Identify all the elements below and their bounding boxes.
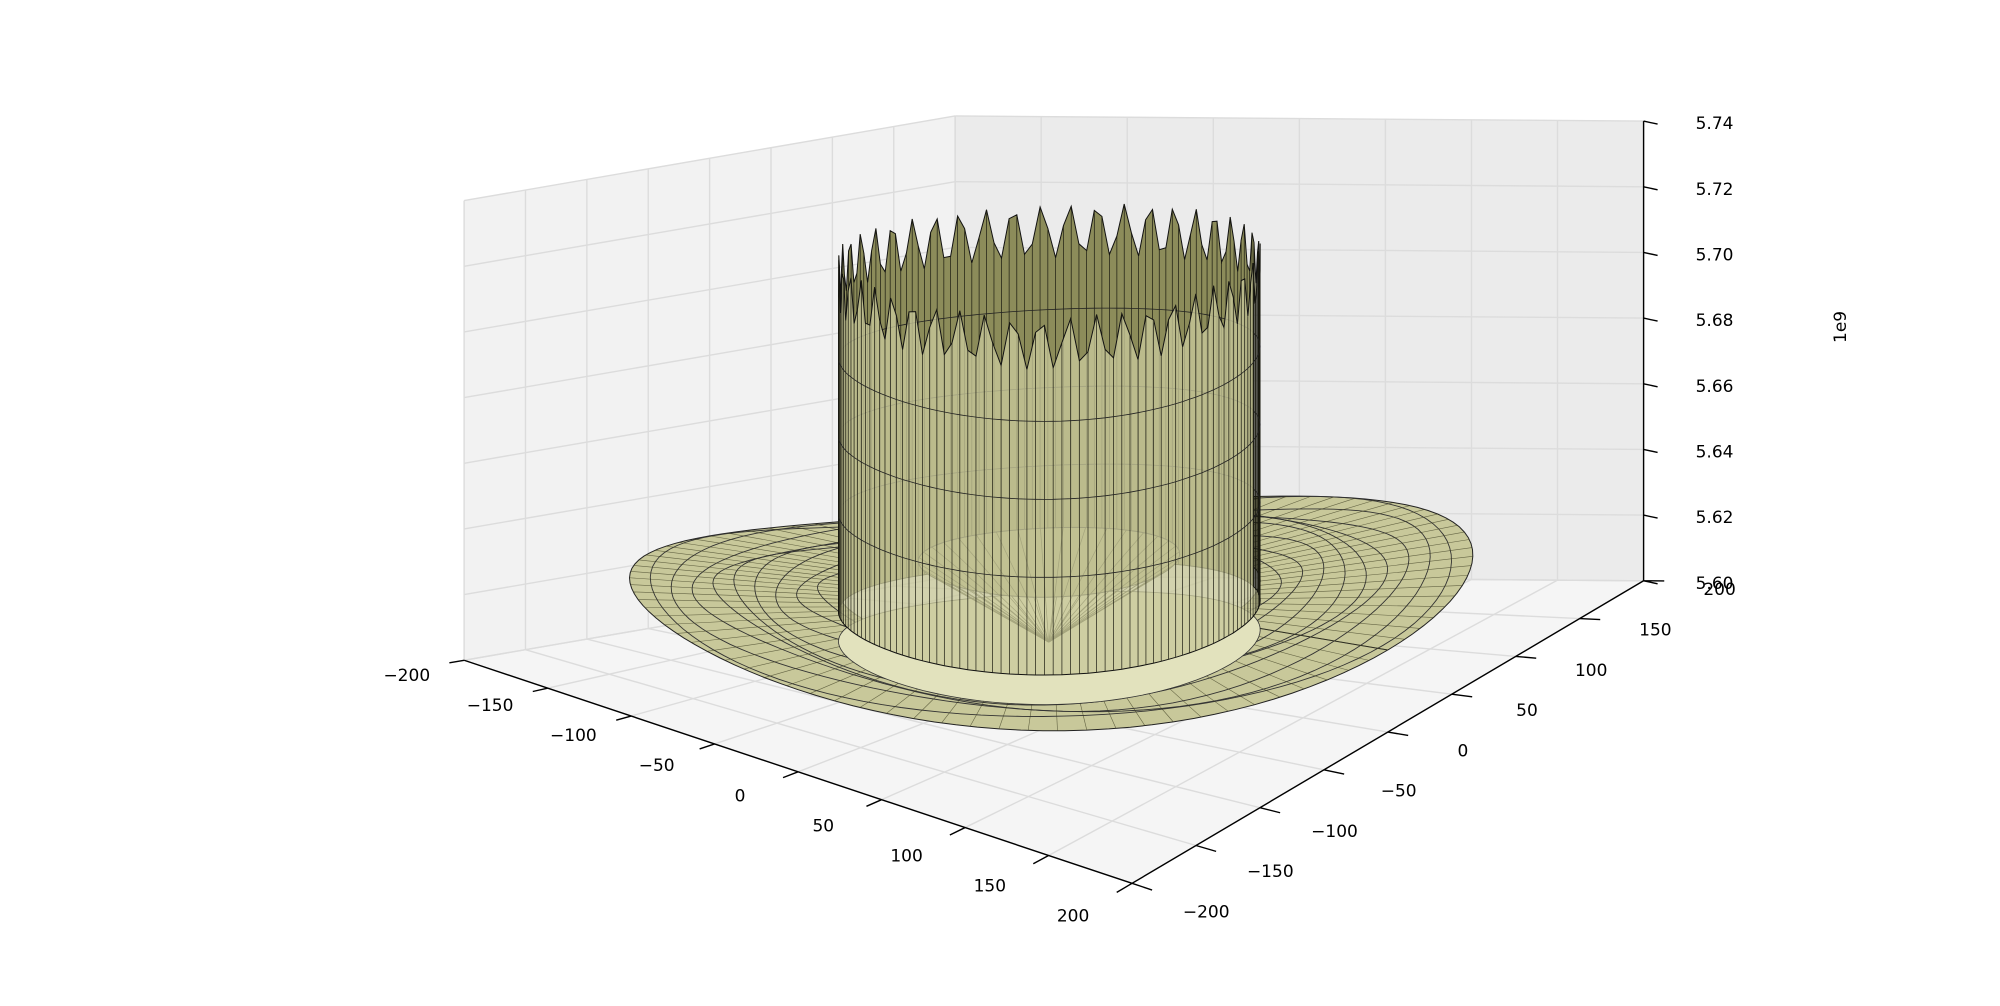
- y-tick-label: 100: [1575, 661, 1607, 681]
- y-tick-label: 50: [1516, 701, 1538, 721]
- z-tick-label: 5.60: [1696, 574, 1734, 594]
- x-tick: [1032, 854, 1049, 865]
- x-tick-label: −200: [383, 666, 430, 686]
- y-tick-label: −50: [1381, 782, 1417, 802]
- x-tick: [616, 715, 632, 721]
- y-tick: [1323, 769, 1345, 775]
- z-tick: [1643, 448, 1658, 454]
- x-tick-label: −150: [467, 696, 514, 716]
- y-tick-label: 0: [1457, 741, 1468, 761]
- y-tick: [1131, 882, 1153, 891]
- z-tick-label: 5.70: [1696, 245, 1734, 265]
- y-tick-label: −150: [1247, 862, 1294, 882]
- z-tick-label: 5.68: [1696, 311, 1734, 331]
- x-tick-label: 50: [812, 816, 834, 836]
- x-tick: [866, 799, 882, 807]
- x-tick: [949, 826, 966, 836]
- y-tick: [1579, 617, 1601, 621]
- y-tick: [1195, 844, 1217, 853]
- x-tick-label: −100: [550, 726, 597, 746]
- x-tick-label: 0: [735, 786, 746, 806]
- z-tick: [1643, 186, 1658, 191]
- z-offset-label: 1e9: [1831, 311, 1851, 343]
- x-tick: [699, 743, 715, 750]
- z-tick-label: 5.72: [1696, 180, 1734, 200]
- x-tick-label: 200: [1057, 907, 1089, 927]
- x-tick: [449, 659, 465, 664]
- z-tick: [1643, 317, 1658, 322]
- y-tick: [1259, 807, 1281, 814]
- x-tick: [782, 771, 799, 779]
- x-tick-label: 100: [890, 846, 922, 866]
- z-tick: [1643, 514, 1658, 519]
- z-tick-label: 5.66: [1696, 377, 1734, 397]
- y-tick-label: −100: [1311, 822, 1358, 842]
- y-tick: [1451, 693, 1473, 698]
- z-tick-label: 5.74: [1696, 114, 1734, 134]
- z-tick: [1643, 120, 1658, 125]
- z-tick-label: 5.62: [1696, 508, 1734, 528]
- z-tick: [1643, 383, 1658, 388]
- x-tick: [532, 687, 548, 693]
- y-tick: [1515, 655, 1537, 659]
- x-tick-label: 150: [974, 877, 1006, 897]
- x-tick: [1116, 882, 1133, 894]
- y-tick-label: −200: [1183, 902, 1230, 922]
- y-tick-label: 150: [1639, 621, 1671, 641]
- x-tick-label: −50: [639, 756, 675, 776]
- chart-figure: −200 −150 −100 −50 0 50 100 150 200 −200 −150 −100 −…: [383, 114, 1851, 927]
- z-tick-label: 5.64: [1696, 442, 1734, 462]
- y-tick: [1387, 731, 1409, 737]
- z-tick: [1643, 251, 1658, 257]
